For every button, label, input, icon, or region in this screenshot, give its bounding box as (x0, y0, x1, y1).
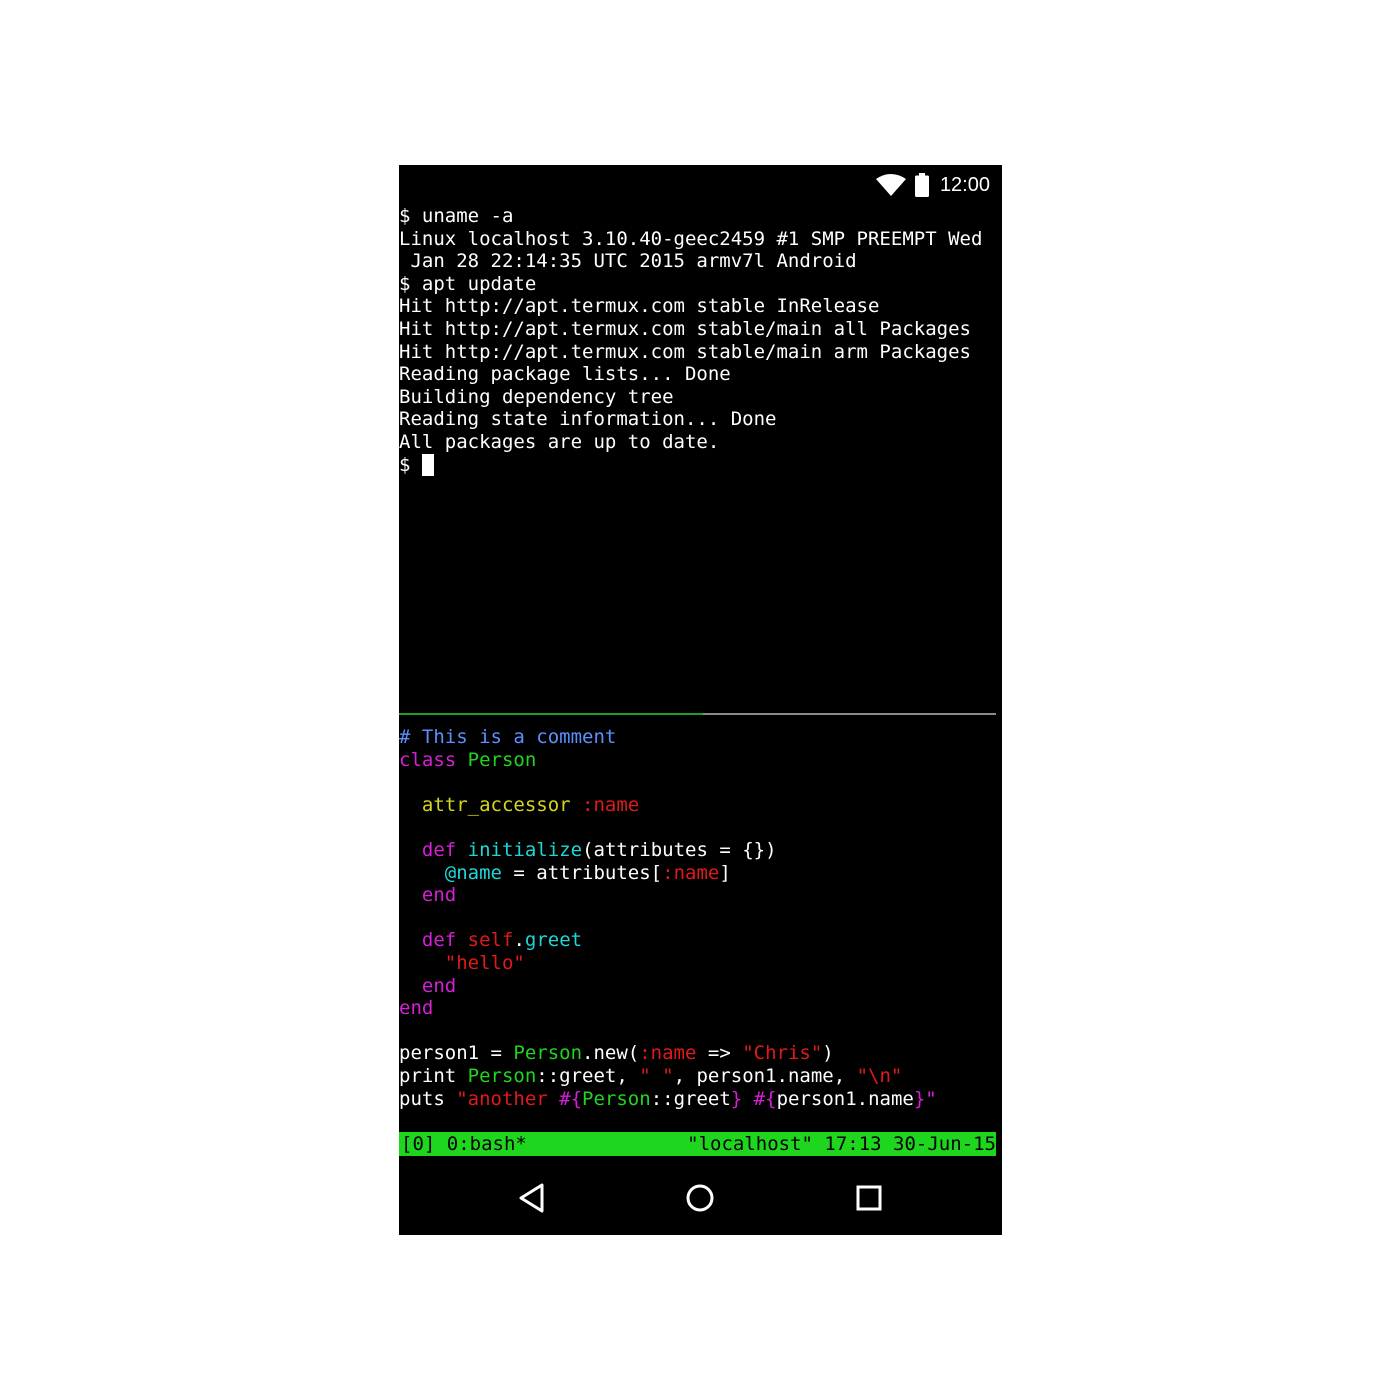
code-interpolation: } (730, 1087, 743, 1110)
recents-icon (856, 1185, 882, 1211)
code-text: => (696, 1042, 743, 1065)
code-interpolation: #{ (559, 1087, 583, 1110)
code-line: "hello" (399, 952, 525, 975)
tmux-status-bar: [0] 0:bash* "localhost" 17:13 30-Jun-15 (399, 1132, 996, 1156)
code-text: ::greet, (536, 1065, 640, 1087)
code-symbol: :name (662, 861, 720, 884)
code-string: "Chris" (742, 1042, 823, 1065)
terminal-line: Jan 28 22:14:35 UTC 2015 armv7l Android (399, 250, 857, 273)
code-text: , person1.name, (673, 1065, 857, 1087)
code-line: person1 = Person.new(:name => "Chris") (399, 1042, 834, 1065)
code-method-name: greet (524, 929, 583, 952)
battery-icon (914, 173, 929, 197)
code-line: end (399, 997, 433, 1020)
code-comment: # This is a comment (399, 726, 617, 748)
status-icons: 12:00 (875, 171, 990, 199)
code-text: = attributes[ (501, 861, 663, 884)
code-method-call: attr_accessor (421, 793, 571, 816)
terminal-line: $ uname -a (399, 205, 514, 227)
code-text: ::greet (650, 1087, 731, 1110)
recents-button[interactable] (849, 1178, 889, 1218)
terminal-line: Hit http://apt.termux.com stable/main al… (399, 318, 971, 340)
code-keyword: def (421, 839, 457, 861)
code-text: .new( (582, 1042, 640, 1065)
code-text: puts (399, 1087, 457, 1110)
terminal-line: Linux localhost 3.10.40-geec2459 #1 SMP … (399, 227, 983, 250)
code-symbol: :name (570, 793, 640, 816)
home-icon (686, 1184, 714, 1212)
terminal-line: Hit http://apt.termux.com stable InRelea… (399, 295, 880, 318)
code-string: "hello" (444, 952, 525, 974)
code-interpolation: #{ (753, 1087, 777, 1110)
code-self: self (467, 929, 514, 952)
code-text: print (399, 1065, 468, 1087)
code-keyword: end (421, 884, 457, 907)
code-keyword: class (399, 748, 457, 771)
code-symbol: :name (639, 1042, 697, 1065)
home-button[interactable] (680, 1178, 720, 1218)
code-string: " " (639, 1065, 674, 1087)
code-keyword: end (399, 997, 434, 1020)
code-line: print Person::greet, " ", person1.name, … (399, 1065, 902, 1088)
code-string: "another (456, 1087, 560, 1110)
code-line: end (399, 884, 456, 907)
code-keyword: def (421, 929, 457, 952)
tmux-host-time: "localhost" 17:13 30-Jun-15 (687, 1133, 996, 1155)
code-text: person1.name (776, 1087, 914, 1110)
status-bar: 12:00 (399, 165, 1002, 205)
navigation-bar (399, 1160, 1002, 1235)
code-class-name: Person (467, 1065, 537, 1087)
code-class-name: Person (513, 1042, 583, 1065)
code-method-name: initialize (467, 839, 583, 861)
code-text: ) (822, 1042, 834, 1065)
terminal-line: $ apt update (399, 272, 537, 295)
terminal-line: Building dependency tree (399, 385, 674, 408)
code-string: "\n" (856, 1065, 903, 1087)
back-icon (519, 1183, 544, 1213)
status-time: 12:00 (939, 173, 990, 196)
code-ivar: @name (444, 861, 502, 884)
code-class-name: Person (456, 748, 537, 771)
phone-screen: 12:00 $ uname -a Linux localhost 3.10.40… (399, 165, 1002, 1235)
code-line: def self.greet (399, 929, 582, 952)
code-line: # This is a comment (399, 726, 616, 749)
terminal-line: Reading package lists... Done (399, 363, 731, 386)
prompt: $ (399, 453, 422, 476)
code-line: def initialize(attributes = {}) (399, 839, 777, 862)
prompt-line[interactable]: $ (399, 453, 434, 477)
code-line: @name = attributes[:name] (399, 862, 731, 885)
code-text: ] (719, 861, 731, 884)
code-text: . (513, 929, 525, 952)
code-text: person1 = (399, 1042, 514, 1065)
code-keyword: end (421, 974, 457, 997)
terminal-pane-top[interactable]: $ uname -a Linux localhost 3.10.40-geec2… (399, 205, 1002, 713)
code-line: class Person (399, 749, 536, 772)
terminal-line: All packages are up to date. (399, 431, 720, 453)
text-cursor (421, 453, 434, 476)
terminal-pane-bottom[interactable]: # This is a comment class Person attr_ac… (399, 715, 1002, 1130)
code-line: end (399, 975, 456, 998)
code-interpolation: }" (913, 1087, 937, 1110)
code-line: puts "another #{Person::greet} #{person1… (399, 1088, 937, 1111)
terminal-line: Hit http://apt.termux.com stable/main ar… (399, 340, 971, 363)
code-text: (attributes = {}) (582, 839, 777, 861)
tmux-window-list[interactable]: [0] 0:bash* (401, 1132, 527, 1156)
terminal-line: Reading state information... Done (399, 408, 777, 431)
back-button[interactable] (512, 1178, 552, 1218)
code-line: attr_accessor :name (399, 794, 639, 817)
code-class-name: Person (582, 1087, 651, 1110)
wifi-icon (875, 174, 906, 196)
